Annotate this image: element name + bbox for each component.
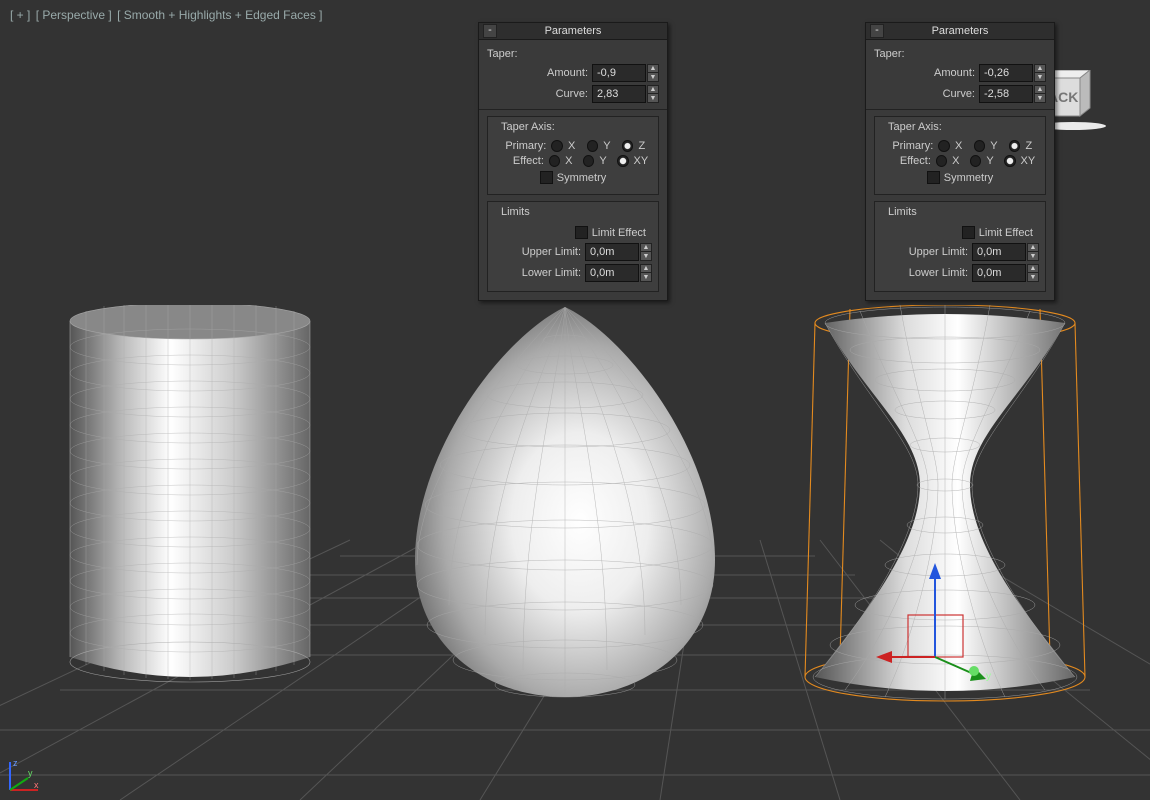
symmetry-checkbox[interactable] bbox=[540, 171, 553, 184]
spinner-down-icon[interactable]: ▼ bbox=[1034, 94, 1046, 103]
taper-group-label: Taper: bbox=[487, 48, 659, 60]
upper-limit-spinner[interactable]: ▲▼ bbox=[585, 243, 652, 261]
panel-title[interactable]: - Parameters bbox=[866, 23, 1054, 40]
upper-limit-label: Upper Limit: bbox=[494, 246, 581, 258]
limit-effect-checkbox[interactable] bbox=[962, 226, 975, 239]
spinner-up-icon[interactable]: ▲ bbox=[1027, 264, 1039, 273]
limits-group-label: Limits bbox=[885, 206, 920, 218]
viewport-menu-shading[interactable]: [ Smooth + Highlights + Edged Faces ] bbox=[117, 8, 322, 22]
primary-x-radio[interactable] bbox=[938, 140, 950, 152]
taper-group-label: Taper: bbox=[874, 48, 1046, 60]
panel-title-text: Parameters bbox=[932, 25, 989, 37]
effect-xy-radio[interactable] bbox=[1004, 155, 1015, 167]
svg-text:z: z bbox=[13, 758, 18, 768]
curve-input[interactable] bbox=[592, 85, 646, 103]
viewport-menu-plus[interactable]: [ + ] bbox=[10, 8, 30, 22]
spinner-down-icon[interactable]: ▼ bbox=[647, 94, 659, 103]
object-egg[interactable] bbox=[405, 305, 725, 700]
spinner-down-icon[interactable]: ▼ bbox=[640, 273, 652, 282]
spinner-down-icon[interactable]: ▼ bbox=[1027, 252, 1039, 261]
panel-title-text: Parameters bbox=[545, 25, 602, 37]
spinner-up-icon[interactable]: ▲ bbox=[1034, 85, 1046, 94]
svg-text:y: y bbox=[986, 671, 991, 682]
minimize-icon[interactable]: - bbox=[483, 24, 497, 38]
primary-x-radio[interactable] bbox=[551, 140, 563, 152]
parameters-rollout-1[interactable]: - Parameters Taper: Amount: ▲▼ Curve: ▲▼ bbox=[478, 22, 668, 301]
primary-axis-label: Primary: bbox=[494, 140, 546, 152]
lower-limit-input[interactable] bbox=[585, 264, 639, 282]
viewport-label[interactable]: [ + ] [ Perspective ] [ Smooth + Highlig… bbox=[10, 8, 325, 22]
amount-label: Amount: bbox=[874, 67, 975, 79]
spinner-up-icon[interactable]: ▲ bbox=[640, 264, 652, 273]
limit-effect-label: Limit Effect bbox=[979, 227, 1033, 239]
upper-limit-input[interactable] bbox=[972, 243, 1026, 261]
panel-title[interactable]: - Parameters bbox=[479, 23, 667, 40]
spinner-up-icon[interactable]: ▲ bbox=[647, 64, 659, 73]
world-axis-gizmo: z x y bbox=[4, 756, 44, 796]
lower-limit-spinner[interactable]: ▲▼ bbox=[585, 264, 652, 282]
amount-spinner[interactable]: ▲▼ bbox=[979, 64, 1046, 82]
curve-spinner[interactable]: ▲▼ bbox=[979, 85, 1046, 103]
amount-label: Amount: bbox=[487, 67, 588, 79]
amount-spinner[interactable]: ▲▼ bbox=[592, 64, 659, 82]
effect-x-radio[interactable] bbox=[936, 155, 947, 167]
amount-input[interactable] bbox=[592, 64, 646, 82]
lower-limit-spinner[interactable]: ▲▼ bbox=[972, 264, 1039, 282]
spinner-up-icon[interactable]: ▲ bbox=[647, 85, 659, 94]
limits-group-label: Limits bbox=[498, 206, 533, 218]
object-hourglass[interactable]: y bbox=[800, 305, 1090, 705]
upper-limit-label: Upper Limit: bbox=[881, 246, 968, 258]
effect-axis-label: Effect: bbox=[881, 155, 931, 167]
effect-x-radio[interactable] bbox=[549, 155, 560, 167]
lower-limit-input[interactable] bbox=[972, 264, 1026, 282]
upper-limit-input[interactable] bbox=[585, 243, 639, 261]
limit-effect-label: Limit Effect bbox=[592, 227, 646, 239]
amount-input[interactable] bbox=[979, 64, 1033, 82]
effect-xy-radio[interactable] bbox=[617, 155, 628, 167]
spinner-down-icon[interactable]: ▼ bbox=[647, 73, 659, 82]
curve-label: Curve: bbox=[487, 88, 588, 100]
effect-axis-label: Effect: bbox=[494, 155, 544, 167]
curve-input[interactable] bbox=[979, 85, 1033, 103]
curve-spinner[interactable]: ▲▼ bbox=[592, 85, 659, 103]
curve-label: Curve: bbox=[874, 88, 975, 100]
effect-y-radio[interactable] bbox=[583, 155, 594, 167]
spinner-up-icon[interactable]: ▲ bbox=[640, 243, 652, 252]
svg-text:x: x bbox=[34, 780, 39, 790]
limit-effect-checkbox[interactable] bbox=[575, 226, 588, 239]
taper-axis-group-label: Taper Axis: bbox=[885, 121, 945, 133]
taper-axis-group-label: Taper Axis: bbox=[498, 121, 558, 133]
primary-y-radio[interactable] bbox=[974, 140, 986, 152]
lower-limit-label: Lower Limit: bbox=[881, 267, 968, 279]
symmetry-label: Symmetry bbox=[944, 172, 994, 184]
spinner-up-icon[interactable]: ▲ bbox=[1027, 243, 1039, 252]
svg-text:y: y bbox=[28, 768, 33, 778]
spinner-down-icon[interactable]: ▼ bbox=[1034, 73, 1046, 82]
object-cylinder[interactable] bbox=[50, 305, 330, 685]
minimize-icon[interactable]: - bbox=[870, 24, 884, 38]
viewport-menu-view[interactable]: [ Perspective ] bbox=[36, 8, 112, 22]
symmetry-checkbox[interactable] bbox=[927, 171, 940, 184]
primary-y-radio[interactable] bbox=[587, 140, 599, 152]
spinner-down-icon[interactable]: ▼ bbox=[1027, 273, 1039, 282]
primary-axis-label: Primary: bbox=[881, 140, 933, 152]
primary-z-radio[interactable] bbox=[1009, 140, 1021, 152]
primary-z-radio[interactable] bbox=[622, 140, 634, 152]
effect-y-radio[interactable] bbox=[970, 155, 981, 167]
spinner-up-icon[interactable]: ▲ bbox=[1034, 64, 1046, 73]
upper-limit-spinner[interactable]: ▲▼ bbox=[972, 243, 1039, 261]
symmetry-label: Symmetry bbox=[557, 172, 607, 184]
spinner-down-icon[interactable]: ▼ bbox=[640, 252, 652, 261]
lower-limit-label: Lower Limit: bbox=[494, 267, 581, 279]
parameters-rollout-2[interactable]: - Parameters Taper: Amount: ▲▼ Curve: ▲▼ bbox=[865, 22, 1055, 301]
